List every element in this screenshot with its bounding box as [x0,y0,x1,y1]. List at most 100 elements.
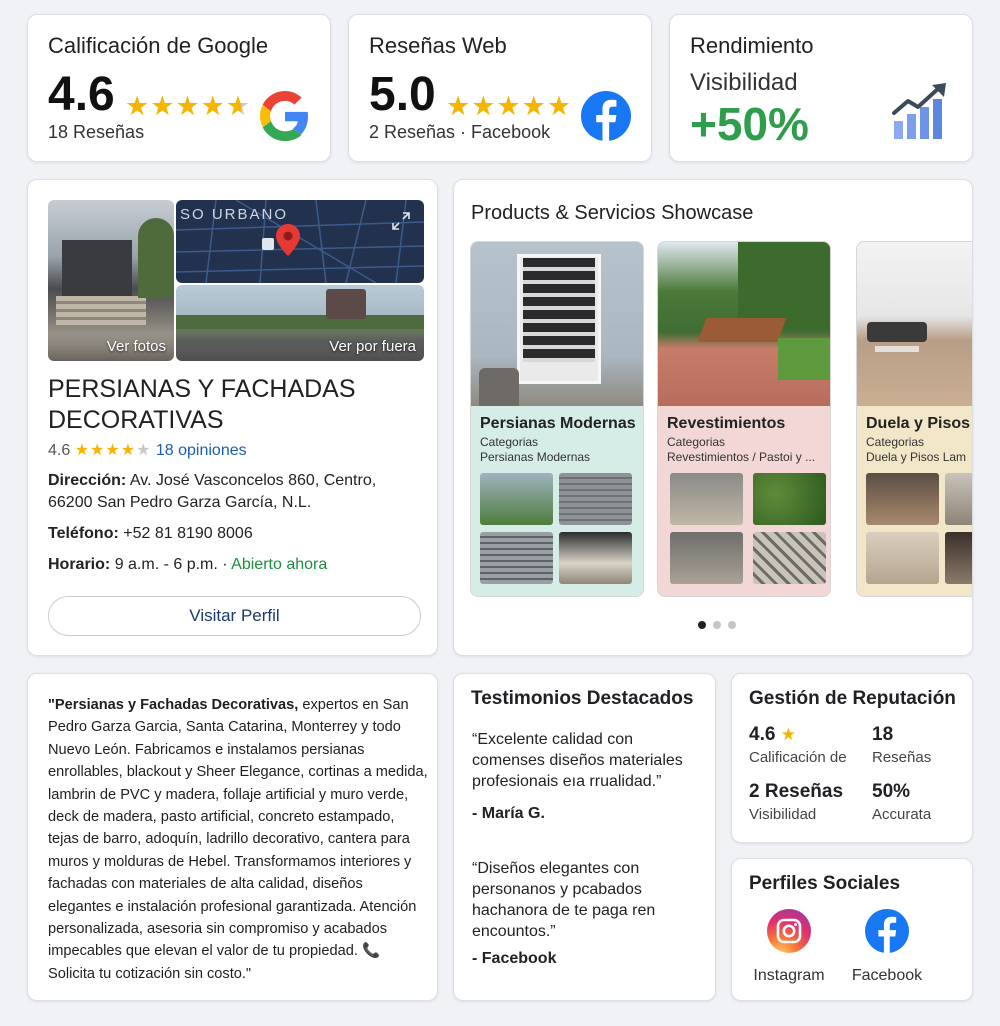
instagram-label: Instagram [753,967,825,984]
about-closing: Solicita tu cotización sin costo." [48,965,252,982]
rep-rating-label: Calificación de [749,749,847,766]
business-stars-icon: ★★★★★ [74,442,152,459]
performance-card: Rendimiento Visibilidad +50% [669,14,973,162]
category-value: Persianas Modernas [480,450,591,464]
product-thumbnail[interactable] [945,532,972,584]
product-card-revestimientos[interactable]: Revestimientos Categorias Revestimientos… [657,241,831,597]
map-pin-icon [276,224,300,256]
rep-pct-label: Accurata [872,806,932,823]
product-thumbnail[interactable] [670,532,743,584]
product-image [857,242,972,406]
testimonial-quote: “Diseños elegantes con personanos y pcab… [472,860,656,940]
product-category: Categorias Revestimientos / Pastoi y ... [667,435,815,465]
product-name: Persianas Modernas [480,415,636,432]
facebook-label: Facebook [851,967,923,984]
visit-profile-button[interactable]: Visitar Perfil [48,596,421,636]
google-rating-value: 4.6 [48,68,115,121]
product-name: Duela y Pisos [866,415,971,432]
category-label: Categorias [667,435,726,449]
social-title: Perfiles Sociales [749,873,901,894]
storefront-photo[interactable]: Ver fotos [48,200,174,361]
carousel-dot[interactable] [713,621,721,629]
map-thumbnail[interactable]: SO URBANO [176,200,424,283]
web-reviews-title: Reseñas Web [369,33,507,58]
business-hours: Horario: 9 a.m. - 6 p.m. · Abierto ahora [48,554,418,576]
google-rating-title: Calificación de Google [48,33,269,58]
product-category: Categorias Duela y Pisos Lam [866,435,966,465]
instagram-link[interactable]: Instagram [744,909,834,985]
rep-web-reviews: 2 Reseñas [749,781,844,802]
business-name: PERSIANAS Y FACHADAS DECORATIVAS [48,375,356,434]
business-rating-value: 4.6 [48,442,71,459]
reputation-title: Gestión de Reputación [749,688,956,709]
product-image [658,242,830,406]
google-review-count: 18 Reseñas [48,122,145,142]
performance-title: Rendimiento [690,33,814,58]
rep-reviews-count: 18 [872,724,894,745]
category-label: Categorias [480,435,539,449]
star-icon: ★ [780,725,797,744]
product-thumbnail[interactable] [866,473,939,525]
testimonials-title: Testimonios Destacados [471,688,694,709]
map-area-label: SO URBANO [180,206,289,223]
product-thumbnail[interactable] [945,473,972,525]
rep-rating-value: 4.6 [749,724,776,745]
facebook-icon [865,909,909,953]
business-rating-row: 4.6 ★★★★★ 18 opiniones [48,440,247,460]
product-thumbnail[interactable] [866,532,939,584]
testimonial-author: - Facebook [472,950,557,967]
product-thumbnail[interactable] [480,473,553,525]
visibility-label: Visibilidad [690,69,798,96]
instagram-icon [767,909,811,953]
web-rating-value: 5.0 [369,68,436,121]
product-thumbnail[interactable] [559,532,632,584]
testimonial-quote: “Excelente calidad con comenses diseños … [472,731,683,790]
street-view-photo[interactable]: Ver por fuera [176,285,424,361]
social-profiles-card: Perfiles Sociales Instagram Facebook [731,858,973,1001]
product-thumbnail[interactable] [559,473,632,525]
rep-reviews-label: Reseñas [872,749,932,766]
reputation-card: Gestión de Reputación 4.6 ★ Calificación… [731,673,973,843]
expand-icon[interactable] [392,212,410,230]
hours-value: 9 a.m. - 6 p.m. [114,556,218,573]
product-thumbnail[interactable] [480,532,553,584]
product-card-persianas[interactable]: Persianas Modernas Categorias Persianas … [470,241,644,597]
business-reviews-link[interactable]: 18 opiniones [156,442,247,459]
visibility-value: +50% [690,98,809,150]
address-label: Dirección: [48,472,127,489]
business-phone: Teléfono: +52 81 8190 8006 [48,523,418,545]
google-stars-icon: ★★★★★ [125,91,252,121]
rep-rating: 4.6 ★ [749,724,797,746]
facebook-link[interactable]: Facebook [842,909,932,985]
hours-separator: · [217,556,232,573]
business-profile-card: Ver fotos SO URBANO Ver por fuera PERSIA… [27,179,438,656]
product-name: Revestimientos [667,415,786,432]
view-outside-label: Ver por fuera [329,338,416,355]
product-thumbnail[interactable] [670,473,743,525]
google-logo-icon [260,91,309,141]
product-image [471,242,643,406]
product-thumbnail[interactable] [753,532,826,584]
about-card: "Persianas y Fachadas Decorativas, exper… [27,673,438,1001]
about-description: "Persianas y Fachadas Decorativas, exper… [48,694,428,985]
carousel-dot[interactable] [698,621,706,629]
growth-chart-icon [892,83,946,139]
about-lead: "Persianas y Fachadas Decorativas, [48,697,299,713]
category-value: Revestimientos / Pastoi y ... [667,450,816,464]
testimonials-card: Testimonios Destacados “Excelente calida… [453,673,716,1001]
phone-value[interactable]: +52 81 8190 8006 [123,525,252,542]
category-value: Duela y Pisos Lam [866,450,967,464]
about-body: expertos en San Pedro Garza Garcia, Sant… [48,697,428,960]
carousel-dot[interactable] [728,621,736,629]
rep-visibility-label: Visibilidad [749,806,817,823]
open-status: Abierto ahora [231,556,328,573]
facebook-logo-icon [581,91,631,141]
phone-label: Teléfono: [48,525,119,542]
carousel-dots [698,616,743,634]
showcase-title: Products & Servicios Showcase [471,202,754,224]
product-card-duela[interactable]: Duela y Pisos Categorias Duela y Pisos L… [856,241,972,597]
transit-icon [262,238,274,250]
phone-icon: 📞 [361,943,381,960]
product-thumbnail[interactable] [753,473,826,525]
web-stars-icon: ★★★★★ [446,91,573,121]
